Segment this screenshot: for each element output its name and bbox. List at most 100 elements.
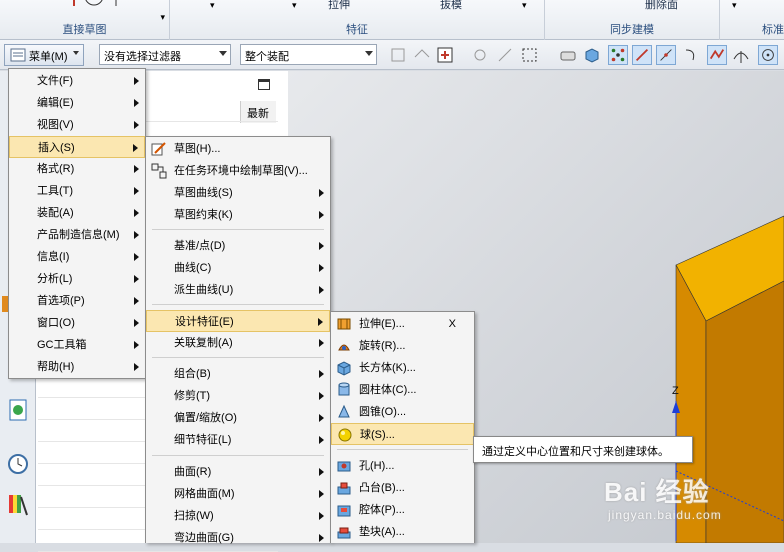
solid-body-icon[interactable] bbox=[582, 45, 602, 65]
menu-item-window[interactable]: 窗口(O) bbox=[9, 312, 145, 334]
ribbon-group-label: 直接草图 bbox=[62, 24, 107, 36]
menu-item-label: 修剪(T) bbox=[174, 390, 211, 402]
chevron-right-icon bbox=[134, 275, 139, 283]
menu-item-edit[interactable]: 编辑(E) bbox=[9, 92, 145, 114]
menu-item-combine[interactable]: 组合(B) bbox=[146, 363, 330, 385]
ribbon-group-sync-modeling: 删除面 同步建模 bbox=[545, 0, 720, 40]
chevron-right-icon bbox=[134, 165, 139, 173]
menu-item-associative-copy[interactable]: 关联复制(A) bbox=[146, 332, 330, 354]
menu-item-format[interactable]: 格式(R) bbox=[9, 158, 145, 180]
menu-item-design-feature[interactable]: 设计特征(E) bbox=[146, 310, 330, 332]
menu-item-label: 圆柱体(C)... bbox=[359, 384, 417, 396]
mid-point-icon[interactable] bbox=[656, 45, 676, 65]
menu-item-label: 派生曲线(U) bbox=[174, 284, 234, 296]
menu-item-flange-surface[interactable]: 弯边曲面(G) bbox=[146, 527, 330, 549]
watermark-brand: Bai 经验 bbox=[604, 477, 710, 507]
ribbon-delete-face-button[interactable]: 删除面 bbox=[645, 0, 678, 11]
menu-item-label: 圆锥(O)... bbox=[359, 406, 407, 418]
menu-item-analysis[interactable]: 分析(L) bbox=[9, 268, 145, 290]
menu-item-sweep[interactable]: 扫掠(W) bbox=[146, 505, 330, 527]
menu-item-label: 凸台(B)... bbox=[359, 482, 405, 494]
menu-item-preferences[interactable]: 首选项(P) bbox=[9, 290, 145, 312]
chevron-right-icon bbox=[319, 392, 324, 400]
chevron-right-icon bbox=[134, 363, 139, 371]
dropdown-icon[interactable]: ▾ bbox=[732, 0, 737, 11]
intersection-point-icon[interactable] bbox=[707, 45, 727, 65]
maximize-icon[interactable] bbox=[258, 79, 270, 90]
select-component-icon[interactable] bbox=[470, 45, 490, 65]
palette-icon[interactable] bbox=[7, 493, 29, 517]
menu-item-file[interactable]: 文件(F) bbox=[9, 70, 145, 92]
menu-item-gc-toolkit[interactable]: GC工具箱 bbox=[9, 334, 145, 356]
end-point-icon[interactable] bbox=[632, 45, 652, 65]
ribbon-group-feature: ▾ ▾ 拉伸 抜模 ▾ 特征 bbox=[170, 0, 545, 40]
menu-item-pocket[interactable]: 腔体(P)... bbox=[331, 499, 474, 521]
menu-item-help[interactable]: 帮助(H) bbox=[9, 356, 145, 378]
menu-item-label: 窗口(O) bbox=[37, 317, 75, 329]
ribbon-extrude-button[interactable]: 拉伸 bbox=[328, 0, 350, 11]
menu-item-sketch[interactable]: 草图(H)... bbox=[146, 138, 330, 160]
menu-item-label: 工具(T) bbox=[37, 185, 74, 197]
perpendicular-icon[interactable] bbox=[731, 45, 751, 65]
sketch-tools-icon[interactable] bbox=[66, 0, 126, 12]
menu-item-label: 球(S)... bbox=[360, 429, 395, 441]
dropdown-icon[interactable]: ▾ bbox=[522, 0, 527, 11]
menu-item-label: 孔(H)... bbox=[359, 460, 395, 472]
menu-item-curve[interactable]: 曲线(C) bbox=[146, 257, 330, 279]
menu-item-surface[interactable]: 曲面(R) bbox=[146, 461, 330, 483]
menu-item-cylinder[interactable]: 圆柱体(C)... bbox=[331, 379, 474, 401]
menu-item-boss[interactable]: 凸台(B)... bbox=[331, 477, 474, 499]
ribbon-draft-button[interactable]: 抜模 bbox=[440, 0, 462, 11]
arc-center-icon[interactable] bbox=[758, 45, 778, 65]
menu-separator bbox=[152, 304, 324, 305]
pad-icon bbox=[337, 527, 351, 539]
menu-item-label: 扫掠(W) bbox=[174, 510, 214, 522]
menu-button[interactable]: 菜单(M) bbox=[4, 44, 84, 66]
menu-item-block[interactable]: 长方体(K)... bbox=[331, 357, 474, 379]
menu-item-hole[interactable]: 孔(H)... bbox=[331, 455, 474, 477]
menu-item-assembly[interactable]: 装配(A) bbox=[9, 202, 145, 224]
menu-item-detail-feature[interactable]: 细节特征(L) bbox=[146, 429, 330, 451]
menu-item-cone[interactable]: 圆锥(O)... bbox=[331, 401, 474, 423]
select-feature-icon[interactable] bbox=[388, 45, 408, 65]
menu-item-derived-curve[interactable]: 派生曲线(U) bbox=[146, 279, 330, 301]
assembly-scope-value: 整个装配 bbox=[245, 51, 289, 63]
chevron-right-icon bbox=[134, 341, 139, 349]
menu-item-information[interactable]: 信息(I) bbox=[9, 246, 145, 268]
ribbon-group-label: 特征 bbox=[346, 24, 368, 36]
menu-item-insert[interactable]: 插入(S) bbox=[9, 136, 145, 158]
select-face-icon[interactable] bbox=[435, 45, 455, 65]
menu-item-task-sketch[interactable]: 在任务环境中绘制草图(V)... bbox=[146, 160, 330, 182]
menu-item-trim[interactable]: 修剪(T) bbox=[146, 385, 330, 407]
selection-filter-select[interactable]: 没有选择过滤器 bbox=[99, 44, 231, 65]
snap-points-icon[interactable] bbox=[608, 45, 628, 65]
menu-item-sphere[interactable]: 球(S)... bbox=[331, 423, 474, 445]
menu-separator bbox=[337, 449, 468, 450]
menu-item-label: 信息(I) bbox=[37, 251, 70, 263]
dropdown-icon[interactable]: ▾ bbox=[210, 0, 215, 11]
menu-item-view[interactable]: 视图(V) bbox=[9, 114, 145, 136]
menu-item-sketch-curve[interactable]: 草图曲线(S) bbox=[146, 182, 330, 204]
chevron-right-icon bbox=[319, 370, 324, 378]
history-icon[interactable] bbox=[8, 399, 28, 421]
select-body-icon[interactable] bbox=[412, 45, 432, 65]
menu-item-pad[interactable]: 垫块(A)... bbox=[331, 521, 474, 543]
menu-item-mesh-surface[interactable]: 网格曲面(M) bbox=[146, 483, 330, 505]
menu-item-tools[interactable]: 工具(T) bbox=[9, 180, 145, 202]
eraser-icon[interactable] bbox=[558, 45, 578, 65]
menu-item-offset-scale[interactable]: 偏置/缩放(O) bbox=[146, 407, 330, 429]
dropdown-icon[interactable]: ▾ bbox=[292, 0, 297, 11]
box-select-icon[interactable] bbox=[520, 45, 540, 65]
assembly-scope-select[interactable]: 整个装配 bbox=[240, 44, 377, 65]
control-point-icon[interactable] bbox=[681, 45, 701, 65]
menu-item-sketch-constraint[interactable]: 草图约束(K) bbox=[146, 204, 330, 226]
chevron-right-icon bbox=[134, 187, 139, 195]
menu-item-revolve[interactable]: 旋转(R)... bbox=[331, 335, 474, 357]
menu-item-extrude[interactable]: 拉伸(E)... X bbox=[331, 313, 474, 335]
select-edge-icon[interactable] bbox=[495, 45, 515, 65]
menu-item-datum-point[interactable]: 基准/点(D) bbox=[146, 235, 330, 257]
sketch-icon bbox=[151, 142, 166, 156]
clock-icon[interactable] bbox=[7, 453, 29, 475]
menu-item-pmi[interactable]: 产品制造信息(M) bbox=[9, 224, 145, 246]
chevron-right-icon bbox=[319, 264, 324, 272]
